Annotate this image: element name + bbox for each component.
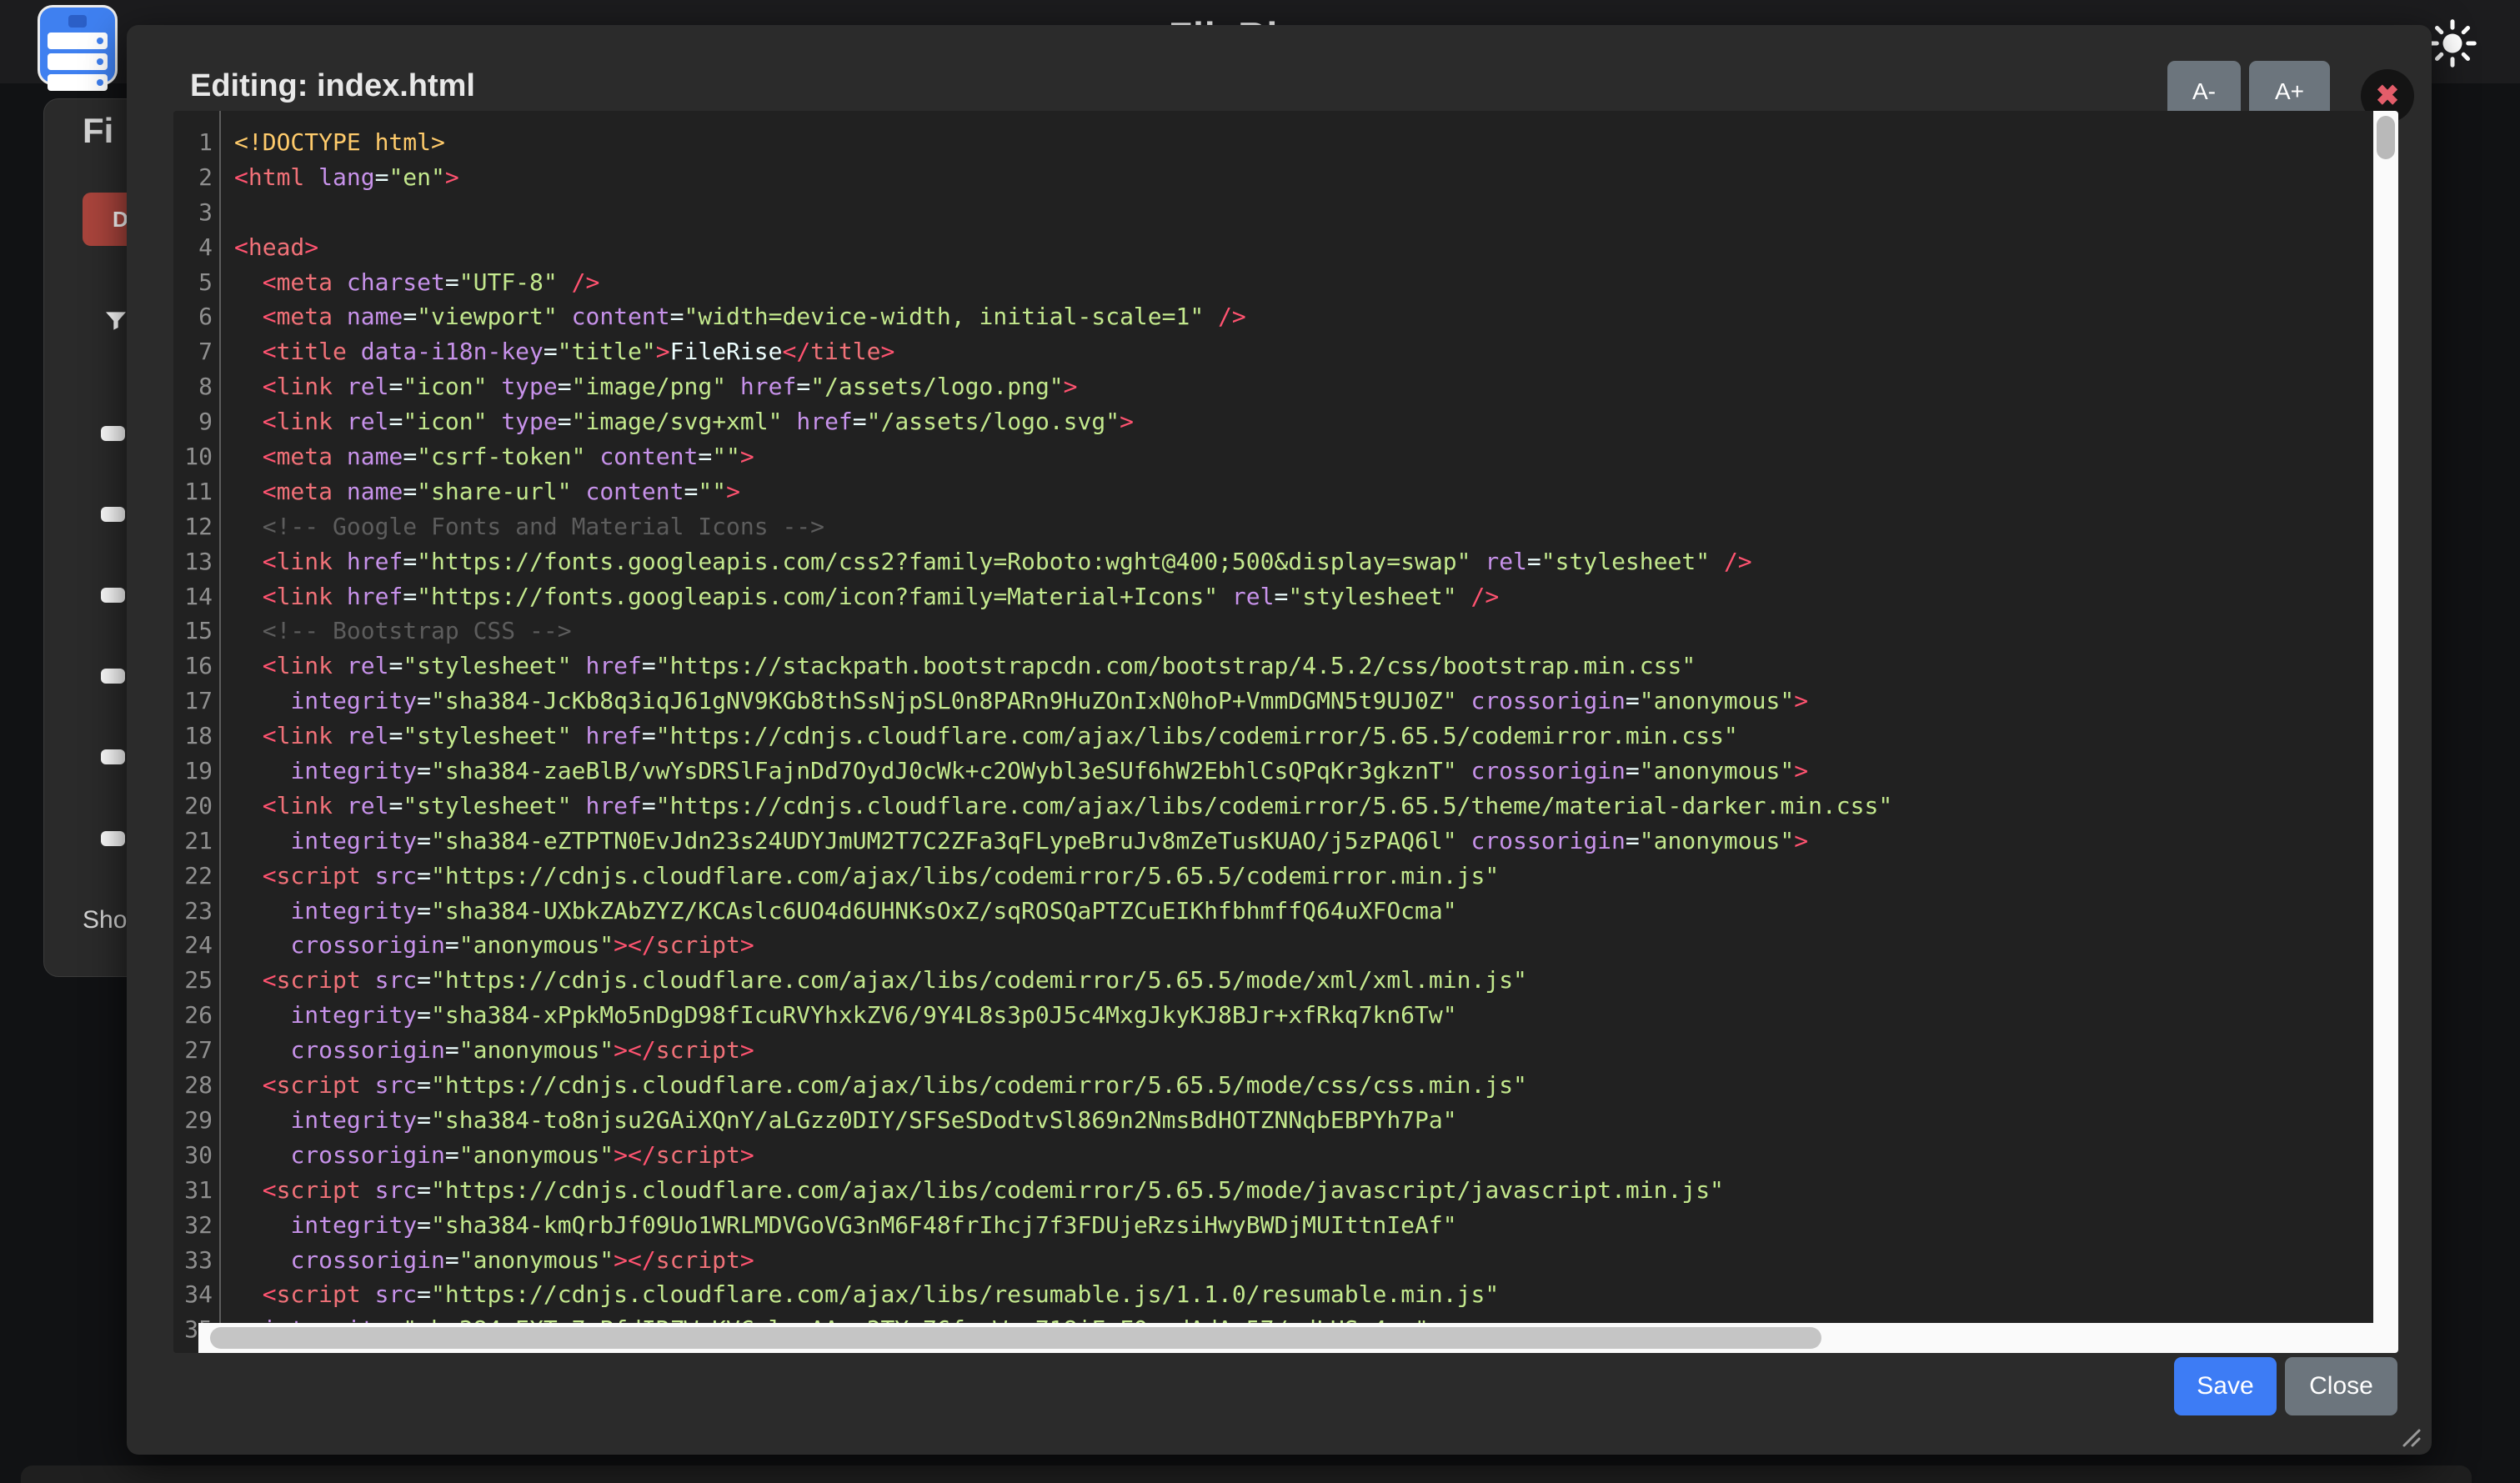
code-line[interactable]: <script src="https://cdnjs.cloudflare.co…	[234, 859, 1892, 894]
line-number: 17	[173, 684, 213, 719]
code-line[interactable]: <meta charset="UTF-8" />	[234, 265, 1892, 300]
line-number: 2	[173, 160, 213, 195]
code-line[interactable]: integrity="sha384-to8njsu2GAiXQnY/aLGzz0…	[234, 1103, 1892, 1138]
code-line[interactable]: integrity="sha384-eZTPTN0EvJdn23s24UDYJm…	[234, 824, 1892, 859]
line-number: 22	[173, 859, 213, 894]
code-line[interactable]: <title data-i18n-key="title">FileRise</t…	[234, 334, 1892, 369]
code-line[interactable]: <head>	[234, 230, 1892, 265]
code-line[interactable]: <link rel="icon" type="image/png" href="…	[234, 369, 1892, 404]
code-line[interactable]: <meta name="viewport" content="width=dev…	[234, 299, 1892, 334]
line-number: 34	[173, 1277, 213, 1312]
line-number: 13	[173, 544, 213, 579]
close-button[interactable]: Close	[2285, 1357, 2397, 1415]
code-line[interactable]: <link href="https://fonts.googleapis.com…	[234, 579, 1892, 614]
checkbox[interactable]	[101, 426, 125, 441]
checkbox[interactable]	[101, 669, 125, 684]
line-number: 30	[173, 1138, 213, 1173]
line-number: 3	[173, 195, 213, 230]
edit-file-modal: Editing: index.html A- A+ ✖ 123456789101…	[127, 25, 2432, 1455]
vertical-scrollbar[interactable]	[2373, 111, 2398, 1353]
code-line[interactable]: <!DOCTYPE html>	[234, 125, 1892, 160]
code-line[interactable]: <meta name="csrf-token" content="">	[234, 439, 1892, 474]
background-footer-strip	[21, 1465, 2472, 1483]
horizontal-scrollbar-thumb[interactable]	[210, 1327, 1821, 1349]
code-line[interactable]: <link rel="stylesheet" href="https://sta…	[234, 649, 1892, 684]
checkbox[interactable]	[101, 831, 125, 846]
code-line[interactable]: <script src="https://cdnjs.cloudflare.co…	[234, 1173, 1892, 1208]
code-line[interactable]	[234, 195, 1892, 230]
line-number: 9	[173, 404, 213, 439]
code-line[interactable]: <script src="https://cdnjs.cloudflare.co…	[234, 963, 1892, 998]
line-number: 20	[173, 789, 213, 824]
code-line[interactable]: <meta name="share-url" content="">	[234, 474, 1892, 509]
code-line[interactable]: integrity="sha384-zaeBlB/vwYsDRSlFajnDd7…	[234, 754, 1892, 789]
line-number: 14	[173, 579, 213, 614]
line-number: 4	[173, 230, 213, 265]
code-line[interactable]: <html lang="en">	[234, 160, 1892, 195]
line-number: 32	[173, 1208, 213, 1243]
code-line[interactable]: <link rel="stylesheet" href="https://cdn…	[234, 789, 1892, 824]
line-number: 29	[173, 1103, 213, 1138]
code-line[interactable]: <link href="https://fonts.googleapis.com…	[234, 544, 1892, 579]
line-number: 24	[173, 928, 213, 963]
code-line[interactable]: <script src="https://cdnjs.cloudflare.co…	[234, 1068, 1892, 1103]
line-number: 23	[173, 894, 213, 929]
filerise-logo-icon[interactable]	[38, 5, 118, 85]
line-number: 19	[173, 754, 213, 789]
show-label: Sho	[83, 906, 127, 934]
line-number: 11	[173, 474, 213, 509]
code-line[interactable]: <script src="https://cdnjs.cloudflare.co…	[234, 1277, 1892, 1312]
save-button[interactable]: Save	[2174, 1357, 2277, 1415]
line-number-gutter: 1234567891011121314151617181920212223242…	[173, 111, 221, 1353]
filerise-app: FileRise Fi D Sho	[0, 0, 2520, 1483]
line-number: 27	[173, 1033, 213, 1068]
sidebar-heading: Fi	[83, 111, 113, 151]
line-number: 12	[173, 509, 213, 544]
line-number: 28	[173, 1068, 213, 1103]
line-number: 5	[173, 265, 213, 300]
checkbox[interactable]	[101, 588, 125, 603]
horizontal-scrollbar[interactable]	[198, 1323, 2373, 1353]
code-line[interactable]: integrity="sha384-UXbkZAbZYZ/KCAslc6UO4d…	[234, 894, 1892, 929]
code-line[interactable]: <!-- Google Fonts and Material Icons -->	[234, 509, 1892, 544]
code-line[interactable]: crossorigin="anonymous"></script>	[234, 928, 1892, 963]
vertical-scrollbar-thumb[interactable]	[2377, 116, 2395, 159]
line-number: 10	[173, 439, 213, 474]
code-line[interactable]: <link rel="icon" type="image/svg+xml" hr…	[234, 404, 1892, 439]
resize-handle-icon[interactable]	[2392, 1419, 2422, 1449]
line-number: 1	[173, 125, 213, 160]
code-line[interactable]: <link rel="stylesheet" href="https://cdn…	[234, 719, 1892, 754]
modal-title: Editing: index.html	[190, 68, 475, 104]
code-editor[interactable]: 1234567891011121314151617181920212223242…	[173, 111, 2398, 1353]
code-line[interactable]: integrity="sha384-xPpkMo5nDgD98fIcuRVYhx…	[234, 998, 1892, 1033]
line-number: 31	[173, 1173, 213, 1208]
line-number: 33	[173, 1243, 213, 1278]
theme-toggle-sun-icon[interactable]	[2427, 18, 2477, 68]
code-line[interactable]: crossorigin="anonymous"></script>	[234, 1243, 1892, 1278]
line-number: 6	[173, 299, 213, 334]
code-line[interactable]: integrity="sha384-kmQrbJf09Uo1WRLMDVGoVG…	[234, 1208, 1892, 1243]
line-number: 25	[173, 963, 213, 998]
line-number: 18	[173, 719, 213, 754]
line-number: 26	[173, 998, 213, 1033]
line-number: 8	[173, 369, 213, 404]
line-number: 7	[173, 334, 213, 369]
checkbox[interactable]	[101, 507, 125, 522]
code-line[interactable]: crossorigin="anonymous"></script>	[234, 1138, 1892, 1173]
line-number: 15	[173, 614, 213, 649]
code-line[interactable]: integrity="sha384-JcKb8q3iqJ61gNV9KGb8th…	[234, 684, 1892, 719]
line-number: 21	[173, 824, 213, 859]
code-line[interactable]: crossorigin="anonymous"></script>	[234, 1033, 1892, 1068]
code-content[interactable]: <!DOCTYPE html><html lang="en"> <head> <…	[234, 125, 1892, 1347]
checkbox[interactable]	[101, 749, 125, 764]
line-number: 16	[173, 649, 213, 684]
code-line[interactable]: <!-- Bootstrap CSS -->	[234, 614, 1892, 649]
